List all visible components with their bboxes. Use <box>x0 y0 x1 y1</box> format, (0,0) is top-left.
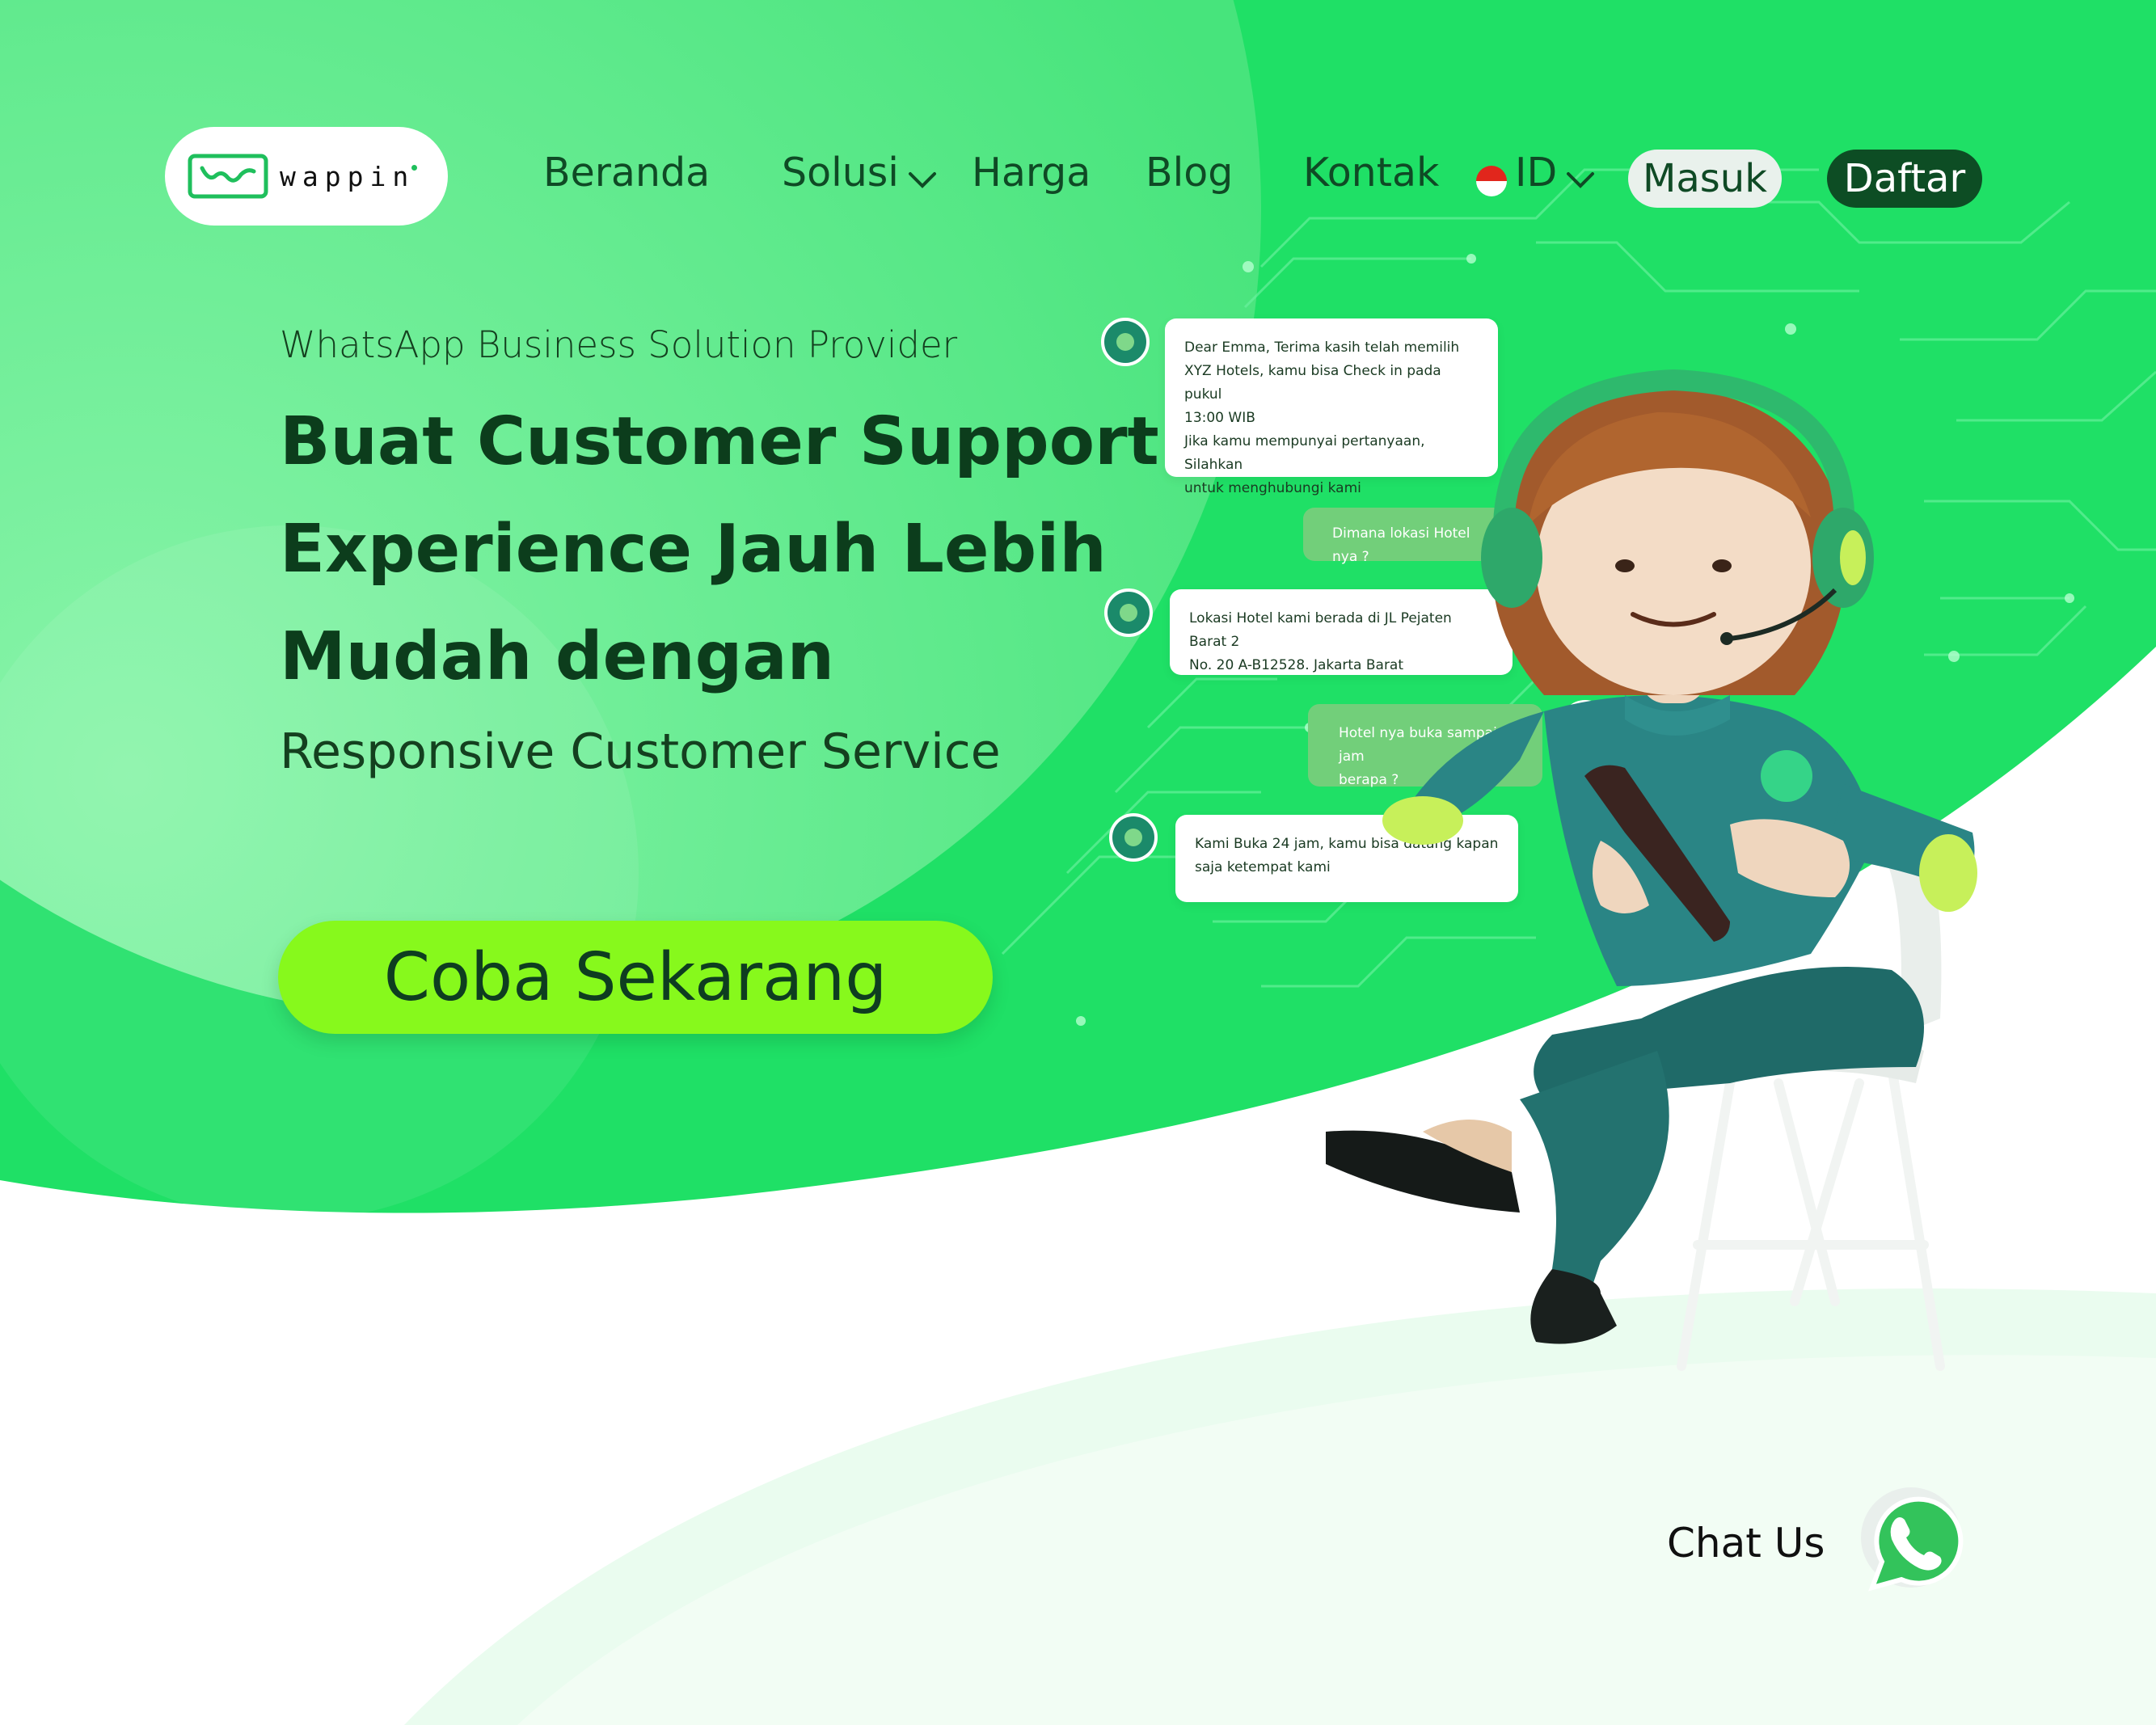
bot-avatar <box>1101 318 1150 366</box>
hero-eyebrow: WhatsApp Business Solution Provider <box>280 323 958 366</box>
hero-subline: Responsive Customer Service <box>280 723 1001 780</box>
brand-dot <box>411 164 418 171</box>
indonesia-flag-icon <box>1476 166 1507 196</box>
login-button[interactable]: Masuk <box>1628 150 1782 208</box>
logo[interactable]: wappin <box>165 127 448 226</box>
nav-blog[interactable]: Blog <box>1146 150 1233 196</box>
customer-service-illustration <box>1326 369 1977 1371</box>
wappin-logo-icon <box>188 154 268 199</box>
register-button[interactable]: Daftar <box>1827 150 1982 208</box>
headline-line: Experience Jauh Lebih <box>280 511 1107 588</box>
chat-us-label[interactable]: Chat Us <box>1667 1520 1825 1567</box>
brand-name: wappin <box>280 160 416 192</box>
language-chevron-down-icon[interactable] <box>1565 170 1596 191</box>
headline-line: Buat Customer Support <box>280 403 1159 480</box>
try-now-button[interactable]: Coba Sekarang <box>278 921 993 1034</box>
bot-avatar <box>1104 588 1153 637</box>
nav-beranda[interactable]: Beranda <box>543 150 710 196</box>
nav-kontak[interactable]: Kontak <box>1303 150 1439 196</box>
headline-line: Mudah dengan <box>280 618 835 695</box>
nav-solusi[interactable]: Solusi <box>782 150 899 196</box>
chevron-down-icon[interactable] <box>907 170 938 191</box>
language-selector[interactable]: ID <box>1515 150 1557 196</box>
bot-avatar <box>1109 813 1158 862</box>
hero-headline: Buat Customer Support Experience Jauh Le… <box>280 388 1159 711</box>
whatsapp-icon[interactable] <box>1854 1484 1968 1597</box>
nav-harga[interactable]: Harga <box>972 150 1091 196</box>
